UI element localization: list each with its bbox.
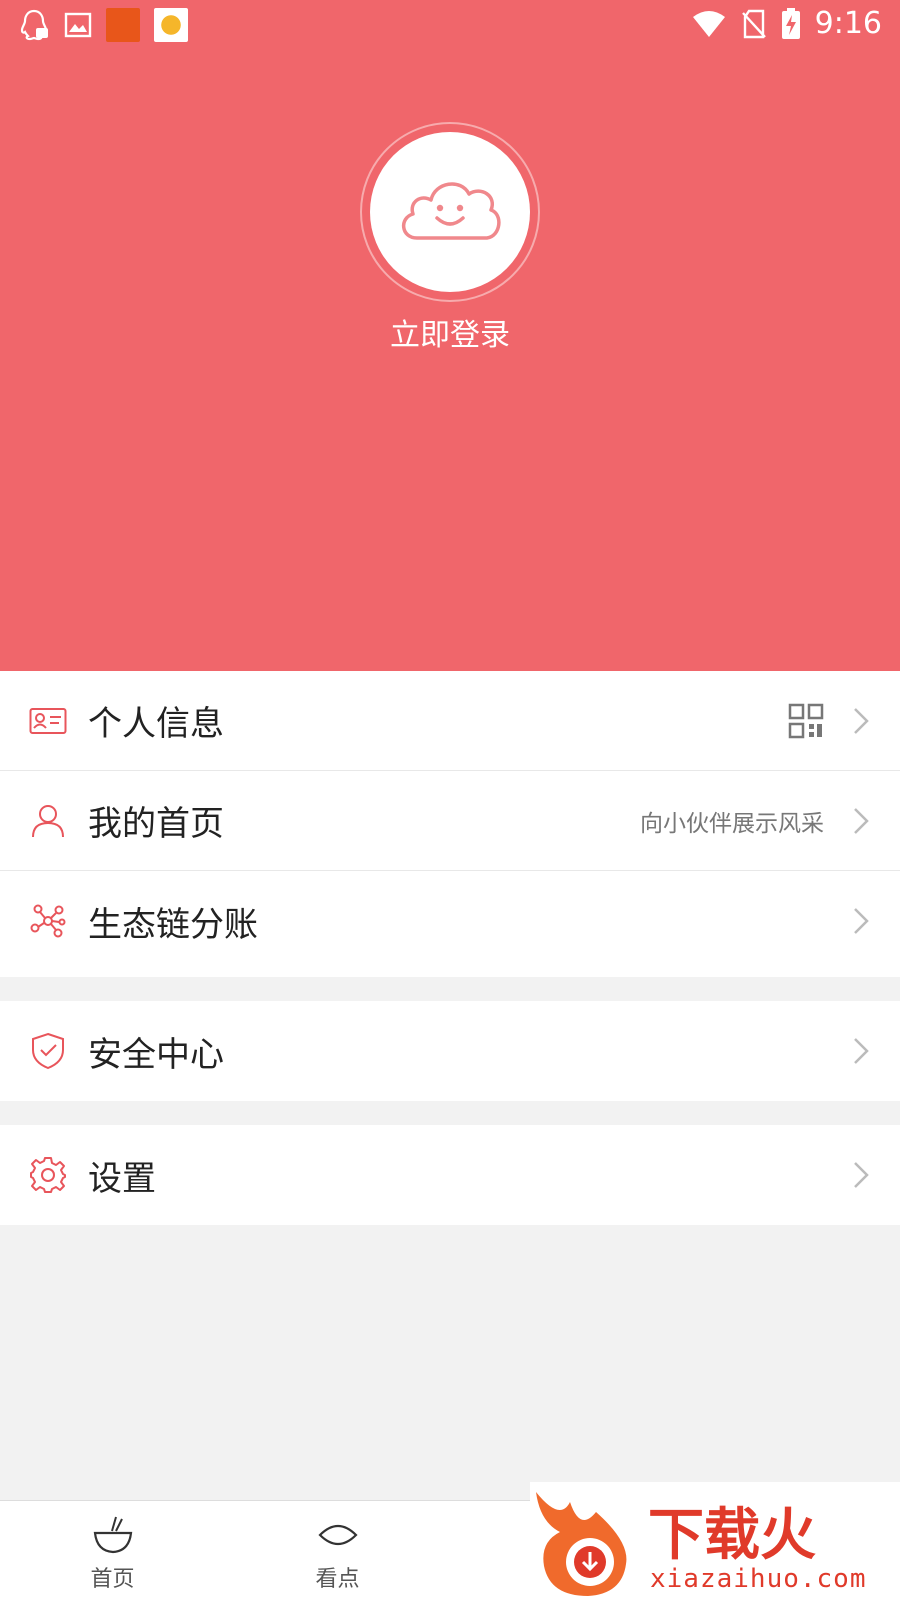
avatar-button[interactable]: [360, 122, 540, 302]
wifi-icon: [692, 10, 725, 37]
eye-icon: [317, 1524, 358, 1546]
menu-item-security-center[interactable]: 安全中心: [0, 1001, 900, 1101]
watermark: 下载火 xiazaihuo.com: [530, 1482, 900, 1600]
tab-highlights[interactable]: 看点: [225, 1501, 450, 1600]
battery-charging-icon: [781, 7, 800, 39]
watermark-text: 下载火: [648, 1503, 816, 1568]
menu-item-settings[interactable]: 设置: [0, 1125, 900, 1225]
profile-header: 9:16 立即登录: [0, 0, 900, 671]
clock: 9:16: [814, 6, 882, 41]
app-notification-icon-2: [154, 8, 188, 42]
chevron-right-icon: [854, 807, 869, 834]
cloud-smile-icon: [402, 182, 501, 240]
menu-item-label: 安全中心: [88, 1034, 224, 1075]
gallery-icon: [64, 12, 92, 38]
shield-icon: [28, 1031, 68, 1071]
qr-code-icon[interactable]: [788, 703, 824, 739]
app-notification-icon-1: [106, 8, 140, 42]
no-sim-icon: [741, 9, 766, 38]
menu-group-security: 安全中心: [0, 1001, 900, 1101]
status-bar: 9:16: [0, 0, 900, 52]
avatar: [370, 132, 530, 292]
notification-icons: [18, 8, 188, 42]
chevron-right-icon: [854, 908, 869, 934]
qq-icon: [20, 9, 48, 41]
tab-label: 看点: [315, 1567, 360, 1592]
menu-item-hint: 向小伙伴展示风采: [640, 810, 824, 837]
menu-item-label: 我的首页: [88, 804, 224, 844]
network-icon: [28, 901, 68, 941]
id-card-icon: [28, 701, 68, 741]
menu-group-settings: 设置: [0, 1125, 900, 1225]
tab-home[interactable]: 首页: [0, 1501, 225, 1600]
gear-icon: [28, 1155, 68, 1195]
menu-item-my-homepage[interactable]: 我的首页 向小伙伴展示风采: [0, 771, 900, 871]
person-icon: [28, 801, 68, 841]
login-link[interactable]: 立即登录: [0, 310, 900, 354]
menu-group-account: 个人信息 我的首页 向小伙伴展示风采 生态链分账: [0, 671, 900, 977]
menu-item-label: 生态链分账: [88, 904, 258, 945]
menu-item-label: 设置: [88, 1158, 156, 1199]
bowl-icon: [93, 1516, 132, 1554]
menu-item-label: 个人信息: [88, 704, 224, 744]
menu-item-personal-info[interactable]: 个人信息: [0, 671, 900, 771]
chevron-right-icon: [854, 1162, 869, 1188]
chevron-right-icon: [854, 707, 869, 734]
chevron-right-icon: [854, 1038, 869, 1064]
menu-item-ecochain-split[interactable]: 生态链分账: [0, 871, 900, 971]
tab-label: 首页: [90, 1567, 135, 1592]
watermark-url: xiazaihuo.com: [650, 1564, 867, 1594]
